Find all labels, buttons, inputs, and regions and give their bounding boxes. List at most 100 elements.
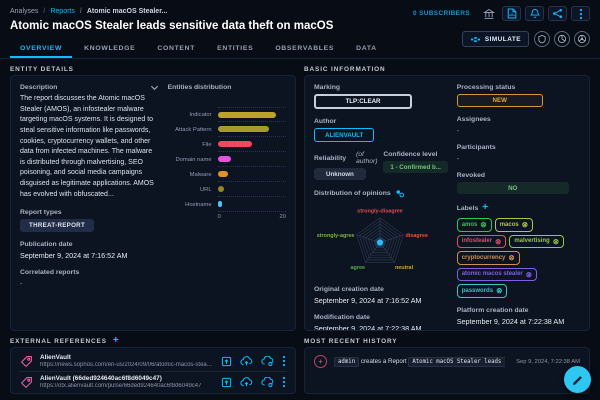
add-label-button[interactable]: + — [482, 203, 488, 213]
cloud-upload-button[interactable] — [240, 377, 253, 387]
label-chip-passwords[interactable]: passwords⊗ — [457, 284, 508, 298]
remove-label-icon[interactable]: ⊗ — [522, 221, 528, 229]
more-options-icon — [282, 376, 286, 388]
edit-fab-button[interactable] — [564, 366, 591, 393]
radar-axis-label: neutral — [395, 265, 414, 271]
history-timestamp: Sep 9, 2024, 7:22:38 AM — [516, 359, 580, 365]
reliability-label: Reliability (of author) — [314, 151, 375, 165]
assignees-value: - — [457, 126, 580, 135]
bar[interactable] — [218, 201, 222, 207]
external-reference-row: AlienVault (66ded924640ac6f8d6049c47)htt… — [19, 371, 287, 392]
label-text: infostealer — [462, 238, 492, 244]
external-references-title: EXTERNAL REFERENCES — [10, 338, 107, 345]
label-chip-macos[interactable]: macos⊗ — [495, 218, 533, 232]
external-reference-url[interactable]: https://otx.alienvault.com/pulse/66ded92… — [40, 383, 214, 389]
label-chip-atomic-macos-stealer[interactable]: atomic macos stealer⊗ — [457, 268, 537, 282]
label-chip-infostealer[interactable]: infostealer⊗ — [457, 235, 507, 249]
tag-icon — [20, 355, 33, 368]
more-options-button[interactable] — [282, 355, 286, 367]
tab-entities[interactable]: ENTITIES — [207, 40, 263, 58]
more-options-button[interactable] — [571, 6, 590, 21]
label-chip-cryptocurrency[interactable]: cryptocurrency⊗ — [457, 251, 520, 265]
title-actions: SIMULATE — [462, 31, 590, 47]
tab-observables[interactable]: OBSERVABLES — [265, 40, 344, 58]
breadcrumb-current-report: Atomic macOS Stealer... — [75, 8, 168, 15]
bar[interactable] — [218, 156, 232, 162]
label-chip-amos[interactable]: amos⊗ — [457, 218, 492, 232]
tab-overview[interactable]: OVERVIEW — [10, 40, 72, 58]
report-type-chip[interactable]: THREAT-REPORT — [20, 219, 94, 232]
bar-category-label: Indicator — [168, 112, 218, 118]
radar-axis-label: disagree — [406, 233, 428, 239]
marking-label: Marking — [314, 84, 445, 91]
label-text: amos — [462, 222, 478, 228]
original-creation-label: Original creation date — [314, 286, 445, 293]
bar-track — [218, 152, 286, 167]
report-types-label: Report types — [20, 209, 159, 216]
remove-label-icon[interactable]: ⊗ — [508, 254, 514, 262]
chevron-down-icon[interactable] — [150, 85, 159, 91]
add-external-reference-button[interactable]: + — [113, 336, 120, 346]
more-options-icon — [282, 355, 286, 367]
bar[interactable] — [218, 171, 228, 177]
tab-data[interactable]: DATA — [346, 40, 387, 58]
pie-chart-circle-button[interactable] — [554, 31, 570, 47]
notifications-bell-button[interactable] — [525, 6, 544, 21]
shield-circle-button[interactable] — [534, 31, 550, 47]
export-file-button[interactable] — [502, 6, 521, 21]
basic-information-card: Marking TLP:CLEAR Author ALIENVAULT Reli… — [304, 75, 590, 331]
external-reference-title[interactable]: AlienVault (66ded924640ac6f8d6049c47) — [40, 375, 214, 382]
cloud-sync-icon — [261, 356, 274, 366]
external-references-title-row: EXTERNAL REFERENCES + — [10, 335, 296, 347]
history-card: +admin creates a Report Atomic macOS Ste… — [304, 347, 590, 394]
breadcrumb-reports[interactable]: Reports — [38, 8, 74, 15]
main-content: ENTITY DETAILS Description The report di… — [0, 59, 600, 400]
radar-axis-label: agree — [351, 265, 366, 271]
open-in-app-button[interactable] — [221, 356, 232, 367]
cloud-upload-button[interactable] — [240, 356, 253, 366]
bar-track — [218, 137, 286, 152]
external-reference-url[interactable]: https://news.sophos.com/en-us/2024/09/06… — [40, 362, 214, 368]
bar[interactable] — [218, 186, 225, 192]
bar-category-label: File — [168, 142, 218, 148]
opinions-vote-icon[interactable] — [395, 189, 405, 198]
pie-chart-circle-icon — [557, 34, 567, 44]
marking-chip[interactable]: TLP:CLEAR — [314, 94, 412, 109]
remove-label-icon[interactable]: ⊗ — [526, 271, 532, 279]
subscribers-button[interactable]: 0 SUBSCRIBERS — [413, 10, 470, 17]
description-text: The report discusses the Atomic macOS St… — [20, 94, 159, 200]
bar[interactable] — [218, 141, 252, 147]
cloud-sync-button[interactable] — [261, 377, 274, 387]
simulate-button[interactable]: SIMULATE — [462, 31, 529, 47]
left-column: ENTITY DETAILS Description The report di… — [10, 63, 296, 394]
modification-label: Modification date — [314, 314, 445, 321]
cloud-sync-button[interactable] — [261, 356, 274, 366]
description-label-row: Description — [20, 84, 159, 91]
open-in-app-button[interactable] — [221, 377, 232, 388]
radar-circle-button[interactable] — [574, 31, 590, 47]
breadcrumb-analyses[interactable]: Analyses — [10, 8, 38, 15]
bar[interactable] — [218, 112, 276, 118]
remove-label-icon[interactable]: ⊗ — [496, 287, 502, 295]
revoked-chip: NO — [457, 182, 569, 194]
history-target-chip[interactable]: Atomic macOS Stealer leads sensitive ... — [408, 357, 505, 367]
remove-label-icon[interactable]: ⊗ — [553, 238, 559, 246]
author-label: Author — [314, 118, 445, 125]
history-actor-chip[interactable]: admin — [334, 357, 359, 367]
bar[interactable] — [218, 126, 269, 132]
radar-axis-label: strongly-agree — [317, 233, 355, 239]
correlated-reports-label: Correlated reports — [20, 269, 159, 276]
remove-label-icon[interactable]: ⊗ — [495, 238, 501, 246]
tab-content[interactable]: CONTENT — [147, 40, 205, 58]
more-options-button[interactable] — [282, 376, 286, 388]
author-chip[interactable]: ALIENVAULT — [314, 128, 374, 142]
share-network-button[interactable] — [548, 6, 567, 21]
remove-label-icon[interactable]: ⊗ — [480, 221, 486, 229]
x-axis-tick: 0 — [218, 214, 221, 220]
tab-knowledge[interactable]: KNOWLEDGE — [74, 40, 145, 58]
processing-status-label: Processing status — [457, 84, 580, 91]
vault-button[interactable] — [479, 6, 498, 21]
confidence-level-chip: 1 - Confirmed b... — [383, 161, 448, 173]
external-reference-title[interactable]: AlienVault — [40, 354, 214, 361]
label-chip-malvertising[interactable]: malvertising⊗ — [509, 235, 564, 249]
